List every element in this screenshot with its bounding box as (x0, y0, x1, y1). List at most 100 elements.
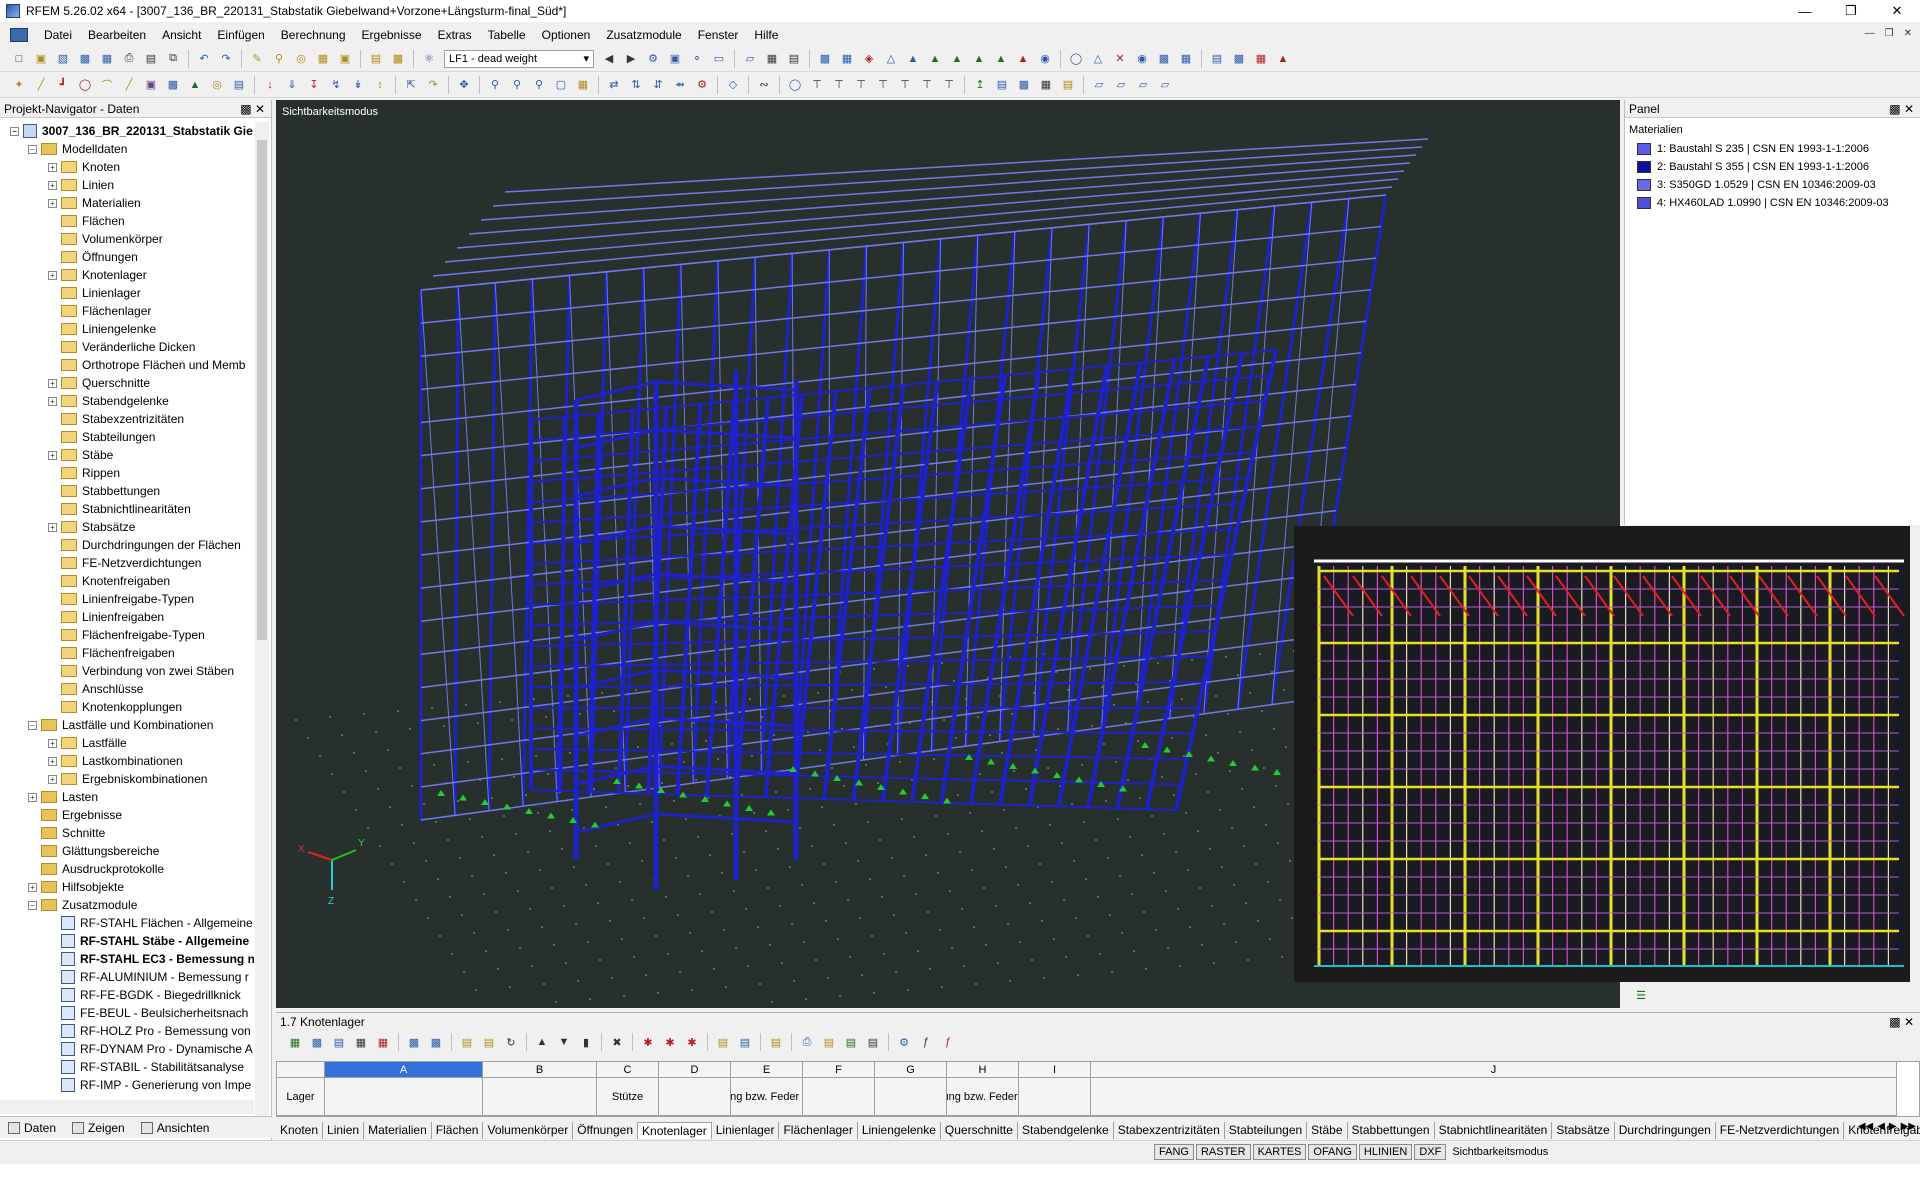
column-letter[interactable]: G (875, 1062, 947, 1078)
tree-item[interactable]: + Knoten (0, 158, 254, 176)
sheet-tab[interactable]: Linien (323, 1121, 365, 1139)
next-sheet-icon[interactable]: ▶ (1889, 1121, 1897, 1132)
surface-tool-icon[interactable]: ▣ (142, 76, 160, 94)
sheet-tab[interactable]: Querschnitte (941, 1121, 1018, 1139)
sheet-tab[interactable]: Stabbettungen (1348, 1121, 1435, 1139)
section-icon[interactable]: ▤ (993, 76, 1011, 94)
tree-item[interactable]: Stabexzentrizitäten (0, 410, 254, 428)
copy-icon[interactable]: ⧉ (164, 50, 182, 68)
tree-item[interactable]: + Stabsätze (0, 518, 254, 536)
print-icon[interactable]: ⎙ (120, 50, 138, 68)
tree-item[interactable]: RF-STAHL EC3 - Bemessung n (0, 950, 254, 968)
save-all-icon[interactable]: ▩ (76, 50, 94, 68)
table-split-icon[interactable]: ✱ (661, 1033, 679, 1051)
tree-item[interactable]: RF-IMP - Generierung von Impe (0, 1076, 254, 1094)
minimize-icon[interactable]: — (1782, 0, 1828, 22)
tree-item[interactable]: + Stabendgelenke (0, 392, 254, 410)
panel-color-scale-icon[interactable]: ☰ (1632, 986, 1650, 1004)
status-fang[interactable]: FANG (1154, 1144, 1194, 1160)
view-x-icon[interactable]: ⇄ (605, 76, 623, 94)
sheet-tab[interactable]: Flächenlager (779, 1121, 858, 1139)
tree-item[interactable]: Ausdruckprotokolle (0, 860, 254, 878)
tree-item[interactable]: − Modelldaten (0, 140, 254, 158)
close-icon[interactable]: ✕ (1874, 0, 1920, 22)
tree-item[interactable]: + Materialien (0, 194, 254, 212)
loadcase-icon[interactable]: ⚛ (420, 50, 438, 68)
column-letter[interactable]: J (1091, 1062, 1897, 1078)
sheet-tab[interactable]: Knotenlager (638, 1121, 712, 1139)
document-icon[interactable] (10, 28, 28, 42)
support-tool-icon[interactable]: ▲ (186, 76, 204, 94)
menu-optionen[interactable]: Optionen (534, 28, 599, 42)
tree-item[interactable]: RF-HOLZ Pro - Bemessung von (0, 1022, 254, 1040)
result-diagram-icon-1[interactable]: ∾ (755, 76, 773, 94)
result-my-icon[interactable]: ⊤ (896, 76, 914, 94)
tree-item[interactable]: Linienfreigaben (0, 608, 254, 626)
tree-item[interactable]: RF-STAHL Flächen - Allgemeine (0, 914, 254, 932)
visibility-mode-icon[interactable]: ◈ (860, 50, 878, 68)
tree-item[interactable]: Volumenkörper (0, 230, 254, 248)
menu-ansicht[interactable]: Ansicht (154, 28, 209, 42)
sheet-tab[interactable]: Stabendgelenke (1018, 1121, 1114, 1139)
target-icon[interactable]: ◎ (292, 50, 310, 68)
table-delete-row-icon[interactable]: ✱ (639, 1033, 657, 1051)
render-icon-2[interactable]: ▩ (1155, 50, 1173, 68)
result-mt-icon[interactable]: ⊤ (874, 76, 892, 94)
support-reaction-icon[interactable]: ↥ (971, 76, 989, 94)
open-project-icon[interactable]: ▧ (54, 50, 72, 68)
expand-icon[interactable]: + (48, 522, 57, 532)
result-mz-icon[interactable]: ⊤ (918, 76, 936, 94)
table-excel-icon[interactable]: ▤ (842, 1033, 860, 1051)
tree-root[interactable]: − 3007_136_BR_220131_Stabstatik Gie (0, 122, 254, 140)
function-icon[interactable]: ƒ (917, 1033, 935, 1051)
tree-item[interactable]: Anschlüsse (0, 680, 254, 698)
mdi-close-icon[interactable]: ✕ (1904, 28, 1912, 39)
table-select-icon[interactable]: ▤ (458, 1033, 476, 1051)
sheet-tab[interactable]: Stabteilungen (1225, 1121, 1308, 1139)
delete-icon[interactable]: ✕ (1111, 50, 1129, 68)
status-raster[interactable]: RASTER (1195, 1144, 1251, 1160)
collapse-icon[interactable]: − (28, 144, 37, 154)
export-icon-2[interactable]: ▩ (1230, 50, 1248, 68)
expand-icon[interactable]: + (28, 792, 37, 802)
tree-item[interactable]: RF-FE-BGDK - Biegedrillknick (0, 986, 254, 1004)
sheet-tab[interactable]: Volumenkörper (483, 1121, 574, 1139)
prev-sheet-icon[interactable]: ◀ (1877, 1121, 1885, 1132)
menu-zusatzmodule[interactable]: Zusatzmodule (598, 28, 689, 42)
tree-item[interactable]: + Ergebniskombinationen (0, 770, 254, 788)
tree-item[interactable]: Linienfreigabe-Typen (0, 590, 254, 608)
model-icon-9[interactable]: ▲ (1014, 50, 1032, 68)
table-copy-icon[interactable]: ▩ (405, 1033, 423, 1051)
expand-icon[interactable]: + (48, 396, 57, 406)
model-icon-1[interactable]: ▩ (816, 50, 834, 68)
hinge-tool-icon[interactable]: ◎ (208, 76, 226, 94)
edit-icon[interactable]: ✎ (248, 50, 266, 68)
table-clear-icon[interactable]: ✖ (608, 1033, 626, 1051)
menu-berechnung[interactable]: Berechnung (273, 28, 354, 42)
material-legend-row[interactable]: 3: S350GD 1.0529 | CSN EN 10346:2009-03 (1625, 176, 1920, 194)
expand-icon[interactable]: + (48, 378, 57, 388)
expand-icon[interactable]: + (48, 162, 57, 172)
render-solid-icon[interactable]: ▱ (1090, 76, 1108, 94)
render-icon-1[interactable]: ◉ (1133, 50, 1151, 68)
menu-fenster[interactable]: Fenster (690, 28, 747, 42)
render-wire-icon[interactable]: ▱ (1112, 76, 1130, 94)
column-letter[interactable]: D (659, 1062, 731, 1078)
search-icon[interactable]: ⚲ (270, 50, 288, 68)
table-pick-icon[interactable]: ▤ (480, 1033, 498, 1051)
result-vy-icon[interactable]: ⊤ (830, 76, 848, 94)
sheet-tab[interactable]: Stabnichtlinearitäten (1435, 1121, 1553, 1139)
tree-item[interactable]: Öffnungen (0, 248, 254, 266)
model-icon-2[interactable]: ▦ (838, 50, 856, 68)
table-export-icon[interactable]: ▤ (820, 1033, 838, 1051)
zoom-icon-3[interactable]: ⚲ (530, 76, 548, 94)
show-navigator-icon[interactable]: ▩ (389, 50, 407, 68)
tree-item[interactable]: Flächenfreigaben (0, 644, 254, 662)
print-preview-icon[interactable]: ▤ (142, 50, 160, 68)
tree-item[interactable]: FE-BEUL - Beulsicherheitsnach (0, 1004, 254, 1022)
expand-icon[interactable]: + (48, 270, 57, 280)
view-iso-icon[interactable]: ▱ (741, 50, 759, 68)
column-letter[interactable]: F (803, 1062, 875, 1078)
load-tool-icon-6[interactable]: ↕ (371, 76, 389, 94)
collapse-icon[interactable]: − (28, 720, 37, 730)
